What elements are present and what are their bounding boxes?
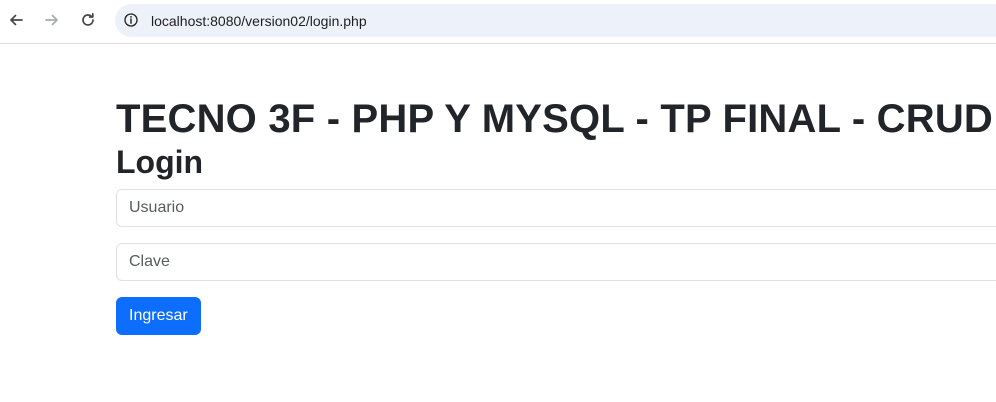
login-page: TECNO 3F - PHP Y MYSQL - TP FINAL - CRUD… [116,96,996,335]
url-text[interactable]: localhost:8080/version02/login.php [151,13,367,29]
login-submit-button[interactable]: Ingresar [116,297,201,335]
back-button[interactable] [4,8,28,32]
browser-toolbar: localhost:8080/version02/login.php [0,0,996,44]
arrow-left-icon [10,14,23,26]
username-input[interactable] [116,189,996,227]
forward-button[interactable] [40,8,64,32]
login-heading: Login [116,144,204,180]
arrow-right-icon [45,14,58,26]
password-input[interactable] [116,243,996,281]
login-form: Ingresar [116,189,996,335]
reload-icon [82,12,94,26]
info-icon [124,13,138,27]
site-info-button[interactable] [123,12,139,28]
page-title: TECNO 3F - PHP Y MYSQL - TP FINAL - CRUD [116,97,994,141]
address-bar[interactable]: localhost:8080/version02/login.php [115,4,996,37]
reload-button[interactable] [76,8,100,32]
